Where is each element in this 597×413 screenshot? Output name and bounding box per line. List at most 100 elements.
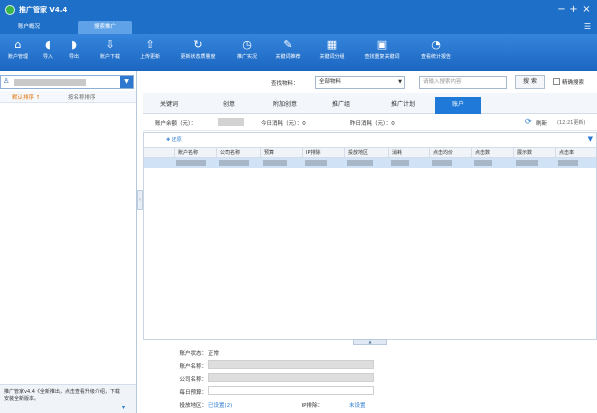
- column-ip-exclude[interactable]: IP排除: [302, 148, 344, 158]
- daily-budget-field[interactable]: [208, 386, 374, 395]
- account-details: 账户状态： 正常 账户名称： 公司名称： 每日预算： 投放地区： 已设置(2) …: [143, 346, 597, 413]
- cell-redacted: [347, 160, 373, 166]
- upload-icon: ⇧: [145, 38, 155, 51]
- refresh-time: (12:21更新): [557, 120, 586, 126]
- maximize-button[interactable]: +: [567, 3, 580, 16]
- exact-search-label: 精确搜索: [562, 80, 585, 86]
- refresh-status-icon: ↻: [193, 38, 203, 51]
- import-icon: ◖: [45, 38, 51, 51]
- upgrade-notice[interactable]: 推广管家v4.4《全新推出，点击查看升级介绍，下载安装全新版本。 ▾: [0, 384, 136, 413]
- tab-extra-creatives[interactable]: 附加创意: [262, 97, 308, 114]
- sort-default-button[interactable]: 默认排序 ↑: [12, 93, 40, 101]
- toolbar-import-button[interactable]: ◖ 导入: [36, 37, 60, 69]
- report-icon: ◔: [431, 38, 441, 51]
- account-name-redacted: [14, 79, 86, 86]
- title-bar: 推广管家 V4.4 − + ×: [0, 0, 597, 20]
- cell-redacted: [263, 160, 287, 166]
- account-panel: ♙ ▼ 默认排序 ↑ 按名称排序 推广管家v4.4《全新推出，点击查看升级介绍，…: [0, 71, 137, 413]
- toolbar-keyword-group-button[interactable]: ▦ 关键词分组: [312, 37, 352, 69]
- refresh-icon[interactable]: ⟳: [525, 117, 532, 126]
- filter-bar: 查找物料： 全部物料 ▼ 请输入搜索内容 搜 索 精确搜索: [143, 71, 597, 93]
- duplicate-check-icon: ▣: [376, 38, 388, 51]
- tab-account-overview[interactable]: 账户概况: [2, 21, 56, 34]
- toolbar-duplicate-keyword-button[interactable]: ▣ 查找重复关键词: [356, 37, 408, 69]
- keyword-group-icon: ▦: [326, 38, 338, 51]
- column-clicks[interactable]: 点击数: [471, 148, 513, 158]
- sort-by-name-button[interactable]: 按名称排序: [68, 93, 96, 101]
- user-icon: ♙: [3, 77, 10, 85]
- chevron-down-icon[interactable]: ▼: [120, 76, 133, 88]
- tab-ad-groups[interactable]: 推广组: [318, 97, 364, 114]
- table-row[interactable]: [144, 158, 596, 168]
- column-cost[interactable]: 消耗: [388, 148, 429, 158]
- detail-collapse-handle[interactable]: ▲: [353, 339, 387, 345]
- company-name-label: 公司名称：: [179, 377, 207, 383]
- ip-exclude-link[interactable]: 未设置: [349, 401, 366, 409]
- clock-icon: ◷: [242, 38, 252, 51]
- column-impressions[interactable]: 展示数: [513, 148, 555, 158]
- upgrade-notice-text: 推广管家v4.4《全新推出，点击查看升级介绍，下载安装全新版本。: [4, 389, 120, 402]
- tab-account[interactable]: 账户: [435, 97, 481, 114]
- column-account-name[interactable]: 账户名称: [174, 148, 216, 158]
- tab-keywords[interactable]: 关键词: [146, 97, 192, 114]
- sort-bar: 默认排序 ↑ 按名称排序: [0, 91, 136, 103]
- close-button[interactable]: ×: [580, 3, 593, 16]
- home-icon: ⌂: [14, 38, 22, 51]
- yesterday-cost-label: 昨日消耗（元）：0: [350, 121, 395, 127]
- account-select[interactable]: ♙ ▼: [0, 75, 134, 89]
- restore-button[interactable]: ✚ 还原: [166, 136, 182, 143]
- refresh-button[interactable]: 刷新: [536, 119, 547, 127]
- toolbar-refresh-status-button[interactable]: ↻ 更新状态质量度: [172, 37, 224, 69]
- keyword-recommend-icon: ✎: [283, 38, 293, 51]
- account-stats: 账户余额（元）： 今日消耗（元）：0 昨日消耗（元）：0 ⟳ 刷新 (12:21…: [143, 114, 597, 131]
- chevron-down-icon: ▼: [398, 79, 402, 85]
- download-icon: ⇩: [105, 38, 115, 51]
- cell-redacted: [432, 160, 452, 166]
- grid-header: 账户名称 公司名称 预算 IP排除 投放地区 消耗 点击均价 点击数 展示数 点…: [144, 147, 596, 158]
- toolbar-live-button[interactable]: ◷ 推广实况: [230, 37, 264, 69]
- column-avg-cpc[interactable]: 点击均价: [429, 148, 471, 158]
- toolbar: ⌂ 账户管理 ◖ 导入 ◗ 导出 ⇩ 账户下载 ⇧ 上传更新 ↻ 更新状态质量度…: [0, 34, 597, 71]
- cell-redacted: [558, 160, 578, 166]
- balance-value-redacted: [218, 118, 244, 126]
- cell-redacted: [516, 160, 538, 166]
- toolbar-download-button[interactable]: ⇩ 账户下载: [92, 37, 128, 69]
- cell-redacted: [219, 160, 249, 166]
- cell-redacted: [474, 160, 492, 166]
- column-company-name[interactable]: 公司名称: [216, 148, 260, 158]
- cell-redacted: [176, 160, 206, 166]
- toolbar-report-button[interactable]: ◔ 查看统计报告: [414, 37, 458, 69]
- chevron-down-icon[interactable]: ▾: [122, 404, 125, 411]
- toolbar-account-manage-button[interactable]: ⌂ 账户管理: [2, 37, 34, 69]
- region-label: 投放地区：: [179, 403, 207, 409]
- app-title: 推广管家 V4.4: [19, 6, 68, 14]
- find-material-label: 查找物料：: [271, 81, 299, 87]
- toolbar-upload-button[interactable]: ⇧ 上传更新: [132, 37, 168, 69]
- level-tabs: 关键词 创意 附加创意 推广组 推广计划 账户: [143, 93, 597, 114]
- cell-redacted: [391, 160, 409, 166]
- tab-campaigns[interactable]: 推广计划: [380, 97, 426, 114]
- menu-icon[interactable]: ☰: [584, 22, 591, 31]
- cell-redacted: [305, 160, 327, 166]
- ip-exclude-label: IP排除：: [301, 403, 323, 409]
- account-grid: ✚ 还原 ▼ 账户名称 公司名称 预算 IP排除 投放地区 消耗 点击均价 点击…: [143, 132, 597, 340]
- account-name-field[interactable]: [208, 360, 374, 369]
- exact-search-checkbox[interactable]: [553, 78, 560, 85]
- filter-icon[interactable]: ▼: [588, 135, 593, 143]
- tab-creatives[interactable]: 创意: [206, 97, 252, 114]
- balance-label: 账户余额（元）：: [155, 121, 197, 127]
- column-region[interactable]: 投放地区: [344, 148, 388, 158]
- daily-budget-label: 每日预算：: [179, 390, 207, 396]
- toolbar-keyword-recommend-button[interactable]: ✎ 关键词推荐: [268, 37, 308, 69]
- column-budget[interactable]: 预算: [260, 148, 302, 158]
- company-name-field[interactable]: [208, 373, 374, 382]
- tab-search-promotion[interactable]: 搜索推广: [78, 21, 132, 34]
- search-button[interactable]: 搜 索: [515, 75, 545, 89]
- region-setting-link[interactable]: 已设置(2): [208, 401, 232, 409]
- export-icon: ◗: [71, 38, 77, 51]
- toolbar-export-button[interactable]: ◗ 导出: [62, 37, 86, 69]
- grid-toolbar: ✚ 还原 ▼: [144, 133, 596, 147]
- material-select[interactable]: 全部物料 ▼: [315, 76, 405, 89]
- column-ctr[interactable]: 点击率: [555, 148, 596, 158]
- search-input[interactable]: 请输入搜索内容: [419, 76, 507, 89]
